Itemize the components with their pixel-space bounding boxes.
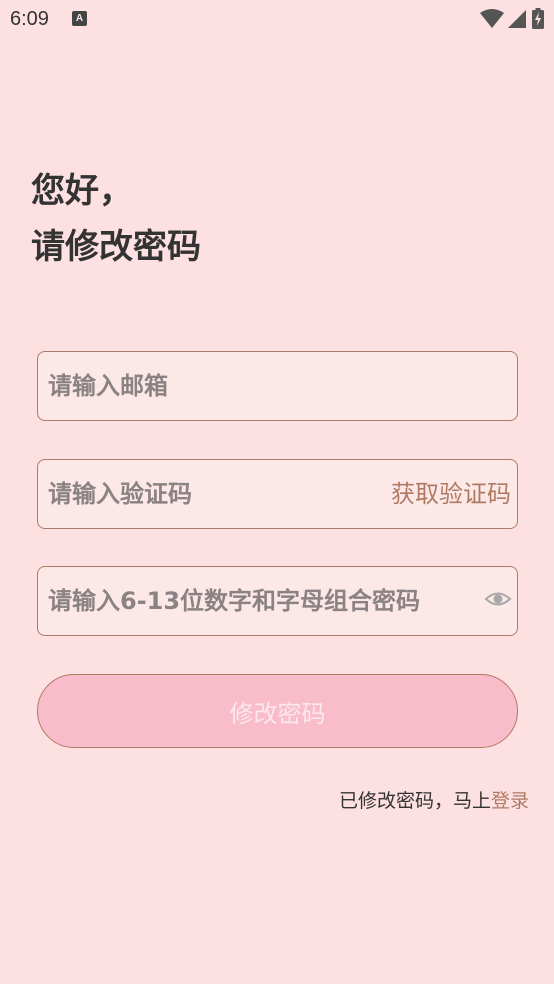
status-time: 6:09 bbox=[10, 8, 49, 30]
login-prompt-text: 已修改密码，马上 bbox=[338, 790, 491, 812]
instruction-line: 请修改密码 bbox=[31, 227, 201, 267]
password-input[interactable] bbox=[48, 567, 478, 635]
status-bar: 6:09 A bbox=[0, 0, 554, 40]
greeting-line: 您好， bbox=[31, 171, 133, 211]
page-heading: 您好， 请修改密码 bbox=[31, 163, 201, 275]
get-code-button[interactable]: 获取验证码 bbox=[391, 460, 511, 528]
eye-icon[interactable] bbox=[484, 585, 512, 613]
email-field-container bbox=[37, 351, 518, 421]
verification-code-field-container: 获取验证码 bbox=[37, 459, 518, 529]
password-field-container bbox=[37, 566, 518, 636]
notification-app-icon: A bbox=[72, 11, 87, 26]
verification-code-input[interactable] bbox=[48, 460, 368, 528]
change-password-button[interactable]: 修改密码 bbox=[37, 674, 518, 748]
login-prompt: 已修改密码，马上登录 bbox=[339, 786, 529, 813]
status-icons bbox=[466, 8, 546, 30]
wifi-icon bbox=[480, 9, 504, 28]
cell-signal-icon bbox=[508, 10, 526, 28]
login-link[interactable]: 登录 bbox=[491, 790, 529, 812]
battery-charging-icon bbox=[532, 8, 544, 29]
email-input[interactable] bbox=[48, 352, 508, 420]
